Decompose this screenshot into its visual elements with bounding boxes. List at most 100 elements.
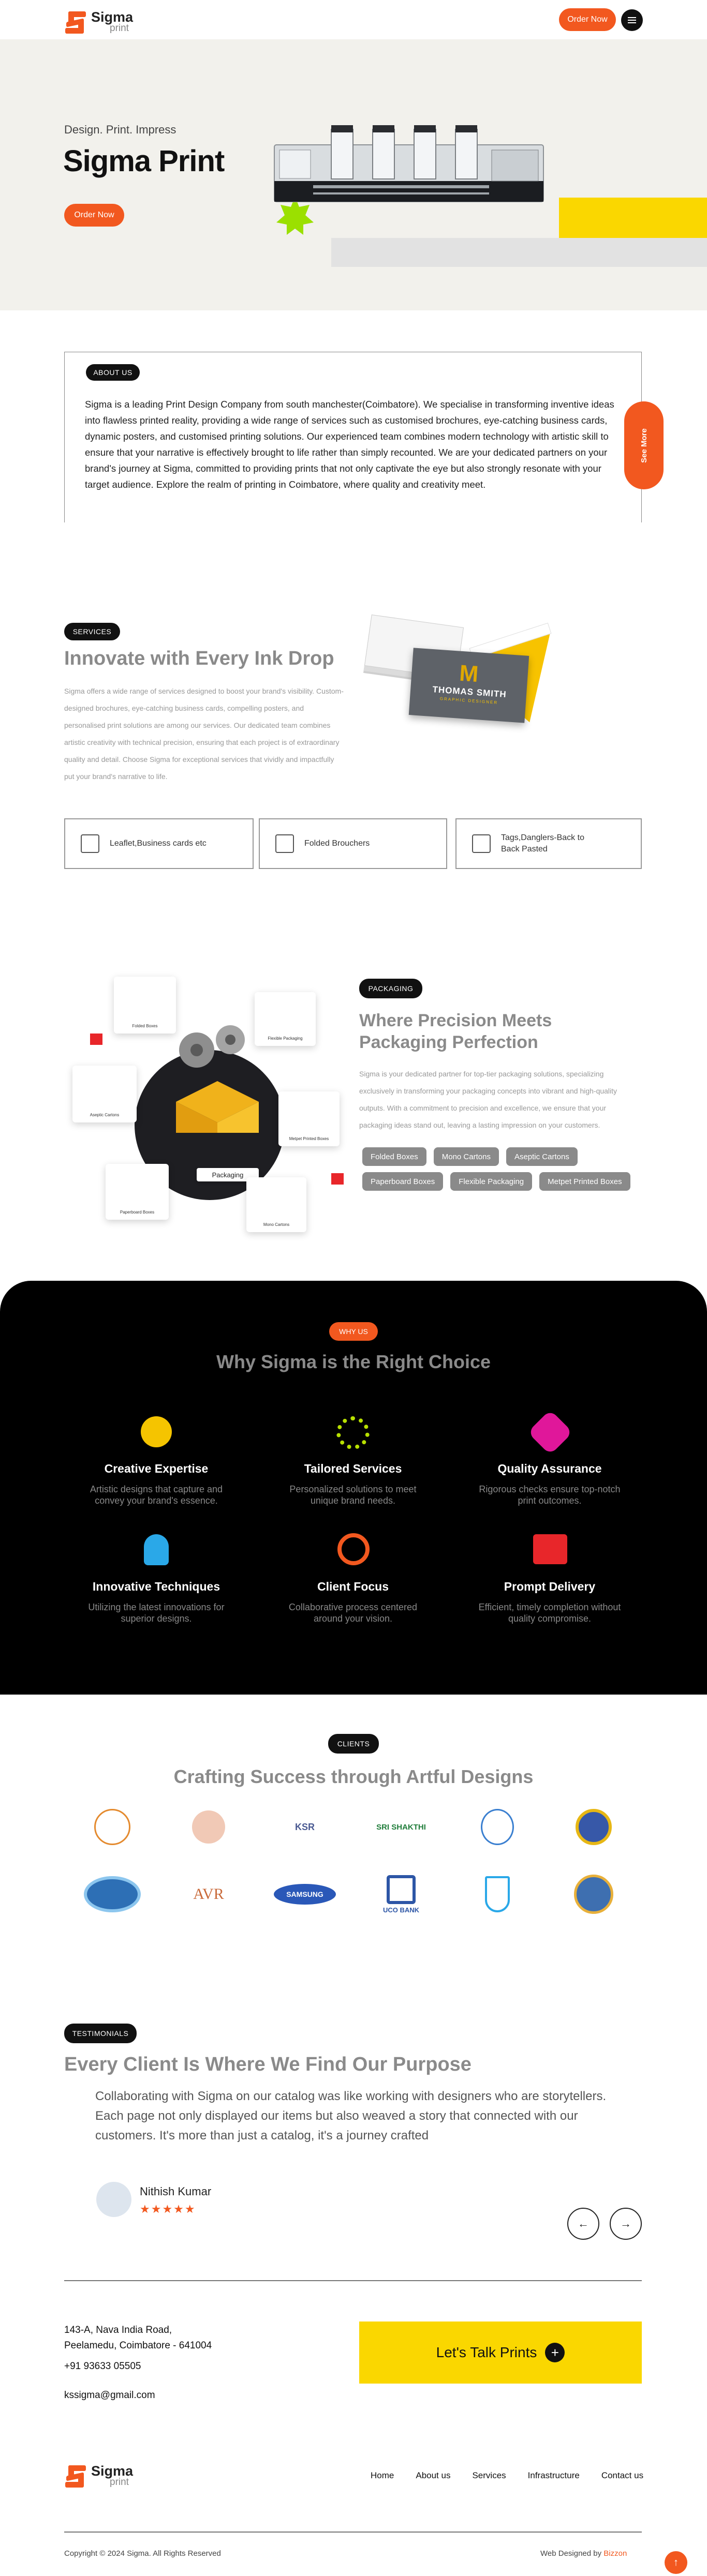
arrow-up-icon: ↑ [673, 2556, 679, 2568]
pack-card-folded: Folded Boxes [114, 977, 176, 1034]
lets-talk-button[interactable]: Let's Talk Prints + [359, 2322, 642, 2384]
arrow-left-icon: ← [578, 2217, 589, 2230]
packaging-title-line1: Where Precision Meets [359, 1011, 552, 1030]
site-logo[interactable]: Sigma print [64, 6, 147, 37]
service-card-label: Leaflet,Business cards etc [110, 839, 207, 848]
avatar [96, 2182, 131, 2217]
brochure-icon [275, 834, 294, 853]
client-logo-label: UCO BANK [382, 1906, 420, 1914]
client-logo-label: SAMSUNG [274, 1884, 336, 1905]
see-more-label: See More [639, 428, 649, 463]
packaging-body: Sigma is your dedicated partner for top-… [359, 1070, 617, 1129]
delivery-icon [533, 1534, 567, 1564]
testimonial-quote: Collaborating with Sigma on our catalog … [95, 2089, 607, 2143]
packaging-tag[interactable]: Paperboard Boxes [362, 1172, 444, 1191]
client-logo-ksr: KSR [274, 1801, 336, 1853]
services-body: Sigma offers a wide range of services de… [64, 687, 344, 781]
gift-icon [331, 1173, 344, 1185]
why-item-title: Client Focus [317, 1580, 389, 1593]
service-card-tags[interactable]: Tags,Danglers-Back to Back Pasted [455, 818, 642, 869]
footer-link-services[interactable]: Services [472, 2470, 506, 2481]
client-logo [466, 1868, 528, 1920]
logo-title: Sigma [91, 2463, 134, 2479]
gear-icon [336, 1416, 370, 1449]
logo-subtitle: print [110, 2477, 129, 2488]
packaging-tag[interactable]: Folded Boxes [362, 1147, 426, 1166]
hero-yellow-block [559, 198, 707, 238]
address-line1: 143-A, Nava India Road, [64, 2325, 172, 2335]
service-card-leaflet[interactable]: Leaflet,Business cards etc [64, 818, 254, 869]
printing-press-image [274, 125, 544, 235]
client-logo [563, 1868, 625, 1920]
pack-card-label: Mono Cartons [263, 1222, 290, 1227]
lightbulb-icon [141, 1416, 172, 1447]
next-arrow-button[interactable]: → [610, 2208, 642, 2240]
footer-logo[interactable]: Sigma print [64, 2460, 147, 2491]
footer-link-home[interactable]: Home [371, 2470, 394, 2481]
lets-talk-label: Let's Talk Prints [436, 2344, 537, 2360]
client-logo-label: KSR [294, 1821, 315, 1832]
logo-mark-icon [64, 2462, 87, 2489]
pack-card-label: Paperboard Boxes [120, 1210, 155, 1215]
testimonials-title: Every Client Is Where We Find Our Purpos… [64, 2054, 472, 2075]
client-logo-sri-shakthi: SRI SHAKTHI [370, 1801, 432, 1853]
why-item-body: Utilizing the latest innovations for sup… [88, 1602, 225, 1624]
see-more-button[interactable]: See More [624, 401, 664, 489]
why-item-title: Tailored Services [304, 1462, 402, 1475]
about-text: Sigma is a leading Print Design Company … [85, 399, 614, 490]
client-logo [178, 1801, 240, 1853]
packaging-tag[interactable]: Mono Cartons [433, 1147, 499, 1166]
hero-order-button[interactable]: Order Now [64, 204, 124, 227]
testimonial-author: Nithish Kumar [140, 2185, 212, 2198]
pack-card-label: Aseptic Cartons [90, 1113, 120, 1117]
why-item-title: Creative Expertise [104, 1462, 209, 1475]
packaging-tag[interactable]: Aseptic Cartons [506, 1147, 578, 1166]
footer-link-about[interactable]: About us [416, 2470, 450, 2481]
tag-icon [472, 834, 491, 853]
gift-icon [90, 1034, 102, 1045]
clients-title: Crafting Success through Artful Designs [173, 1766, 534, 1787]
address: 143-A, Nava India Road, Peelamedu, Coimb… [64, 2323, 212, 2354]
logo-mark-icon [64, 8, 87, 35]
designer-link[interactable]: Bizzon [603, 2549, 627, 2558]
client-logo [563, 1801, 625, 1853]
packaging-tag[interactable]: Flexible Packaging [450, 1172, 533, 1191]
services-title: Innovate with Every Ink Drop [64, 648, 334, 669]
pack-card-metpet: Metpet Printed Boxes [278, 1091, 340, 1146]
packaging-illustration: Packaging Folded Boxes Flexible Packagin… [72, 972, 352, 1241]
menu-button[interactable] [621, 9, 643, 31]
pack-card-mono: Mono Cartons [246, 1177, 306, 1232]
footer-divider [64, 2532, 642, 2533]
idea-icon [144, 1534, 169, 1565]
footer-link-contact[interactable]: Contact us [601, 2470, 643, 2481]
client-logo-label: AVR [193, 1885, 224, 1903]
copyright: Copyright © 2024 Sigma. All Rights Reser… [64, 2549, 221, 2558]
order-now-button[interactable]: Order Now [559, 8, 616, 31]
why-badge: WHY US [329, 1322, 378, 1341]
prev-arrow-button[interactable]: ← [567, 2208, 599, 2240]
services-badge: SERVICES [64, 623, 120, 640]
client-logo-grid: KSR SRI SHAKTHI AVR SAMSUNG UCO BANK [64, 1801, 642, 1920]
pack-card-label: Flexible Packaging [268, 1036, 303, 1041]
logo-subtitle: print [110, 23, 129, 34]
service-card-label: Tags,Danglers-Back to Back Pasted [501, 833, 584, 853]
footer-nav: Home About us Services Infrastructure Co… [371, 2470, 643, 2481]
about-badge: ABOUT US [86, 364, 140, 381]
service-card-brochure[interactable]: Folded Brouchers [259, 818, 447, 869]
scroll-top-button[interactable]: ↑ [665, 2551, 687, 2574]
packaging-title: Where Precision Meets Packaging Perfecti… [359, 1010, 552, 1053]
why-item-body: Efficient, timely completion without qua… [478, 1602, 621, 1624]
client-logo-uco-bank: UCO BANK [370, 1868, 432, 1920]
why-item-body: Artistic designs that capture and convey… [90, 1484, 223, 1506]
phone-link[interactable]: +91 93633 05505 [64, 2361, 141, 2372]
service-card-label: Folded Brouchers [304, 839, 370, 848]
client-logo [466, 1801, 528, 1853]
why-item-title: Prompt Delivery [504, 1580, 596, 1593]
footer-link-infrastructure[interactable]: Infrastructure [528, 2470, 580, 2481]
pack-card-flexible: Flexible Packaging [255, 992, 316, 1046]
packaging-tag[interactable]: Metpet Printed Boxes [539, 1172, 630, 1191]
email-link[interactable]: kssigma@gmail.com [64, 2390, 155, 2401]
why-item-title: Innovative Techniques [92, 1580, 220, 1593]
why-title: Why Sigma is the Right Choice [216, 1351, 491, 1372]
designed-by: Web Designed by Bizzon [540, 2549, 627, 2558]
